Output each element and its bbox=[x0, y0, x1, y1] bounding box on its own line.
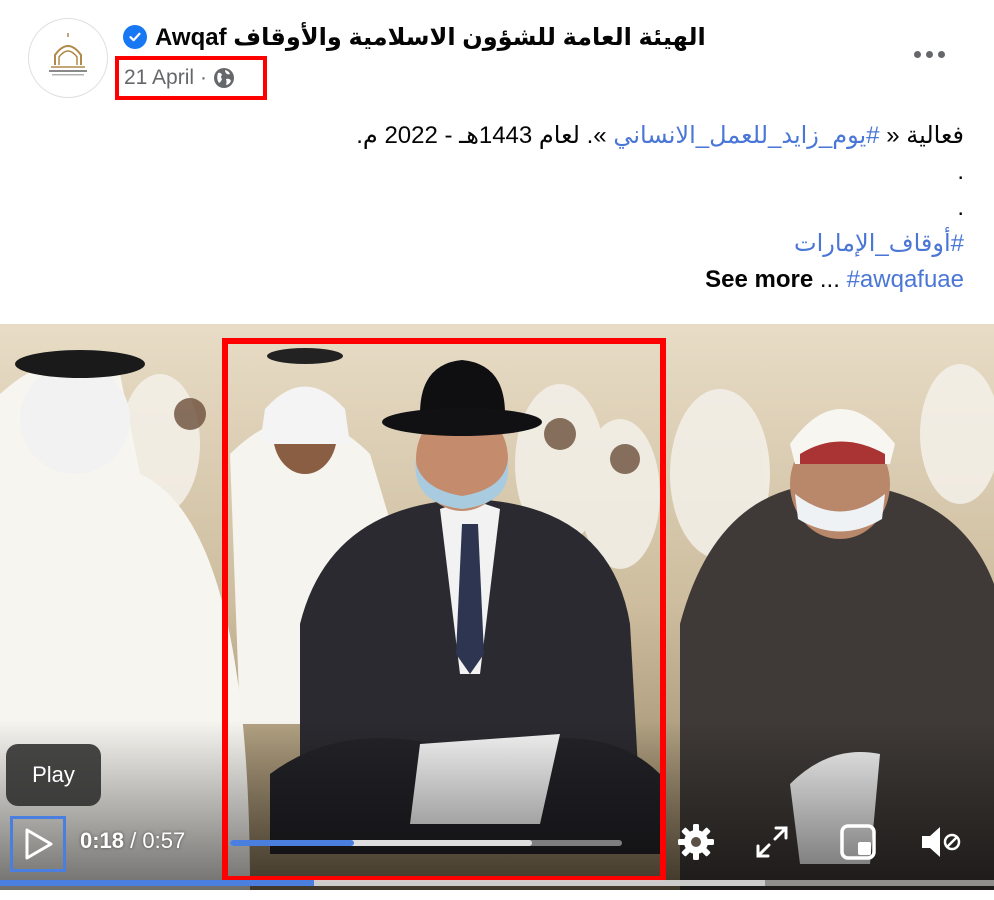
post-line-4: #أوقاف_الإمارات bbox=[64, 226, 964, 262]
fullscreen-icon bbox=[756, 826, 788, 858]
fullscreen-button[interactable] bbox=[750, 820, 794, 864]
bottom-progress bbox=[0, 880, 315, 886]
more-options-button[interactable] bbox=[905, 36, 953, 72]
picture-in-picture-icon bbox=[840, 824, 876, 860]
settings-icon bbox=[678, 824, 714, 860]
scrubber-progress bbox=[230, 840, 354, 846]
more-dot bbox=[913, 50, 921, 58]
post-line-5: See more ... #awqafuae bbox=[64, 262, 964, 298]
play-icon bbox=[25, 828, 53, 860]
play-button[interactable] bbox=[10, 816, 66, 872]
post-date-link[interactable]: 21 April bbox=[124, 66, 194, 90]
post-line-3: . bbox=[957, 194, 964, 221]
page-avatar[interactable] bbox=[28, 18, 108, 98]
bottom-progress-bar[interactable] bbox=[0, 880, 994, 886]
verified-badge-icon bbox=[123, 25, 147, 49]
globe-icon[interactable] bbox=[213, 67, 235, 89]
awqaf-logo-icon bbox=[49, 33, 87, 76]
time-display: 0:18 / 0:57 bbox=[80, 828, 185, 854]
duration: 0:57 bbox=[142, 828, 186, 853]
play-tooltip: Play bbox=[6, 744, 101, 806]
ellipsis: ... bbox=[813, 266, 847, 293]
video-player[interactable] bbox=[0, 324, 994, 890]
hashtag-awqafuae[interactable]: #awqafuae bbox=[847, 266, 964, 293]
video-scrubber[interactable] bbox=[230, 840, 622, 846]
mute-button[interactable] bbox=[918, 820, 962, 864]
post-line-1: فعالية « #يوم_زايد_للعمل_الانساني ». لعا… bbox=[64, 118, 964, 154]
more-dot bbox=[925, 50, 933, 58]
picture-in-picture-button[interactable] bbox=[836, 820, 880, 864]
post-line-2: . bbox=[957, 158, 964, 185]
page-name-row: الهيئة العامة للشؤون الاسلامية والأوقاف … bbox=[123, 22, 706, 52]
current-time: 0:18 bbox=[80, 828, 125, 853]
meta-separator: · bbox=[200, 66, 208, 89]
hashtag-awqaf-emirates[interactable]: #أوقاف_الإمارات bbox=[794, 230, 964, 257]
more-dot bbox=[937, 50, 945, 58]
page-name-link[interactable]: الهيئة العامة للشؤون الاسلامية والأوقاف … bbox=[155, 23, 706, 52]
time-separator: / bbox=[124, 828, 143, 853]
video-frame bbox=[0, 324, 994, 890]
mute-icon bbox=[922, 827, 961, 857]
hashtag-zayed-day[interactable]: #يوم_زايد_للعمل_الانساني bbox=[613, 122, 879, 149]
see-more-link[interactable]: See more bbox=[705, 266, 813, 293]
post-text-suffix: ». لعام 1443هـ - 2022 م. bbox=[356, 122, 614, 149]
settings-button[interactable] bbox=[674, 820, 718, 864]
post-meta: 21 April · bbox=[115, 56, 267, 100]
post-text-prefix: فعالية « bbox=[879, 122, 964, 149]
post-body: فعالية « #يوم_زايد_للعمل_الانساني ». لعا… bbox=[64, 118, 964, 298]
